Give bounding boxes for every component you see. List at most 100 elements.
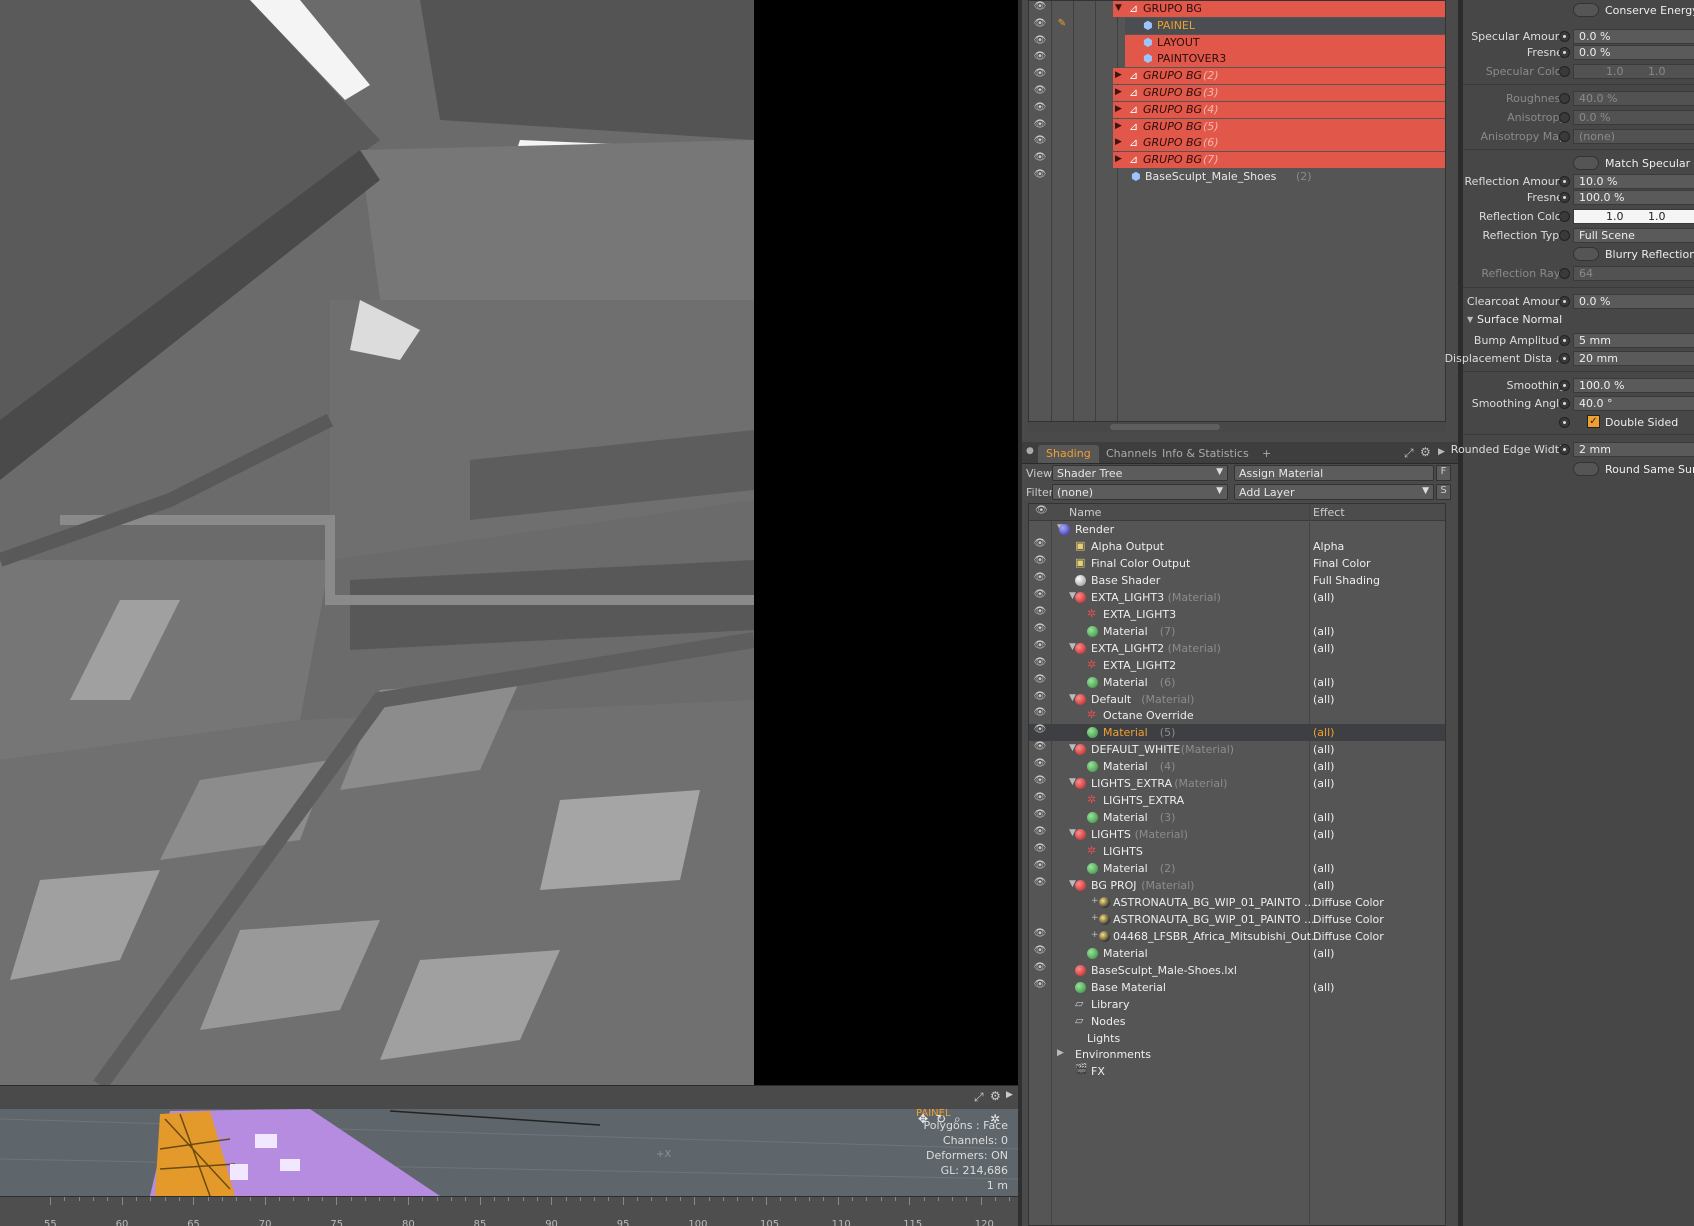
shader-row[interactable]: 👁 ▼ LIGHTS (Material) (all) [1029, 826, 1445, 843]
shader-row[interactable]: 👁 Base Material (all) [1029, 979, 1445, 996]
items-list[interactable]: 👁 ▼ ⊿ GRUPO BG 👁 ✎ ⬢ PAINEL 👁 ⬢ LAYOUT 👁 ⬢ PAINTOVER3… [1028, 0, 1446, 422]
smoothing-field-channel-dot[interactable] [1559, 380, 1570, 391]
eye-column-icon[interactable]: 👁 [1035, 505, 1048, 516]
rounded-edge-field[interactable]: 2 mm [1573, 442, 1694, 457]
eye-icon[interactable]: 👁 [1029, 85, 1051, 102]
eye-icon[interactable]: 👁 [1029, 606, 1051, 623]
shader-row[interactable]: 👁 Base Shader Full Shading [1029, 572, 1445, 589]
column-name[interactable]: Name [1069, 506, 1101, 519]
reflection-rays-field-channel-dot[interactable] [1559, 268, 1570, 279]
shader-row[interactable]: 👁 Material (7) (all) [1029, 623, 1445, 640]
shader-row[interactable]: 👁 Material (all) [1029, 945, 1445, 962]
gear-icon[interactable]: ⚙ [1420, 445, 1431, 459]
eye-icon[interactable]: 👁 [1029, 928, 1051, 945]
eye-icon[interactable]: 👁 [1029, 775, 1051, 792]
lock-icon[interactable]: ✎ [1051, 18, 1073, 35]
eye-icon[interactable]: 👁 [1029, 1, 1051, 18]
fresnel2-field[interactable]: 100.0 % [1573, 190, 1694, 205]
eye-icon[interactable]: 👁 [1029, 102, 1051, 119]
eye-icon[interactable]: 👁 [1029, 826, 1051, 843]
item-row[interactable]: 👁 ✎ ⬢ PAINEL [1029, 17, 1445, 35]
panel-pin-icon[interactable]: ● [1026, 446, 1034, 456]
timeline-ruler[interactable]: 55 60 65 70 75 80 85 90 95 100 105 110 115 120 [0, 1196, 1039, 1226]
shader-row[interactable]: 👁 Material (6) (all) [1029, 674, 1445, 691]
eye-icon[interactable]: 👁 [1029, 741, 1051, 758]
round-same-surface-toggle[interactable] [1573, 462, 1599, 476]
eye-icon[interactable]: 👁 [1029, 691, 1051, 708]
shader-row[interactable]: 🎬 FX [1029, 1063, 1445, 1080]
eye-icon[interactable]: 👁 [1029, 538, 1051, 555]
item-row[interactable]: 👁 ▶ ⊿ GRUPO BG (4) [1029, 101, 1445, 119]
double-sided-checkbox[interactable]: ✓ [1587, 415, 1600, 428]
eye-icon[interactable]: 👁 [1029, 555, 1051, 572]
anisotropy-map-field[interactable]: (none) [1573, 129, 1694, 144]
view-dropdown[interactable]: Shader Tree ▼ [1052, 465, 1228, 481]
double-sided-channel-dot[interactable] [1559, 417, 1570, 428]
anisotropy-field[interactable]: 0.0 % [1573, 110, 1694, 125]
expand-plus-icon[interactable]: + [1091, 913, 1099, 923]
arrow-right-icon[interactable]: ▶ [1006, 1090, 1013, 1100]
add-layer-shortcut-button[interactable]: S [1436, 484, 1451, 500]
eye-icon[interactable]: 👁 [1029, 792, 1051, 809]
eye-icon[interactable]: 👁 [1029, 119, 1051, 136]
displacement-field[interactable]: 20 mm [1573, 351, 1694, 366]
specular-color-field[interactable]: 1.0 1.0 [1573, 64, 1694, 79]
chevron-right-icon[interactable]: ▶ [1115, 137, 1122, 147]
bump-field-channel-dot[interactable] [1559, 335, 1570, 346]
maximize-icon[interactable]: ⤢ [974, 1090, 984, 1105]
shader-row[interactable]: 👁 ▼ EXTA_LIGHT3 (Material) (all) [1029, 589, 1445, 606]
scrollbar-thumb[interactable] [1110, 424, 1220, 430]
item-row[interactable]: 👁 ⬢ LAYOUT [1029, 34, 1445, 52]
conserve-energy-toggle[interactable] [1573, 3, 1599, 17]
chevron-down-icon[interactable]: ▼ [1115, 3, 1122, 13]
shader-tree[interactable]: 👁 Name Effect ▼Render👁▣Alpha OutputAlpha… [1028, 503, 1446, 1226]
column-effect[interactable]: Effect [1313, 506, 1345, 519]
eye-icon[interactable]: 👁 [1029, 945, 1051, 962]
items-scrollbar[interactable] [1028, 422, 1446, 432]
expand-plus-icon[interactable]: + [1091, 930, 1099, 940]
shader-row[interactable]: 👁 Material (4) (all) [1029, 758, 1445, 775]
clearcoat-field-channel-dot[interactable] [1559, 296, 1570, 307]
reflection-color-field-channel-dot[interactable] [1559, 211, 1570, 222]
chevron-right-icon[interactable]: ▶ [1115, 70, 1122, 80]
gear-icon[interactable]: ⚙ [990, 1089, 1001, 1103]
shader-row[interactable]: Lights [1029, 1030, 1445, 1047]
item-row[interactable]: 👁 ▼ ⊿ GRUPO BG [1029, 1, 1445, 18]
surface-normal-header[interactable]: Surface Normal [1477, 313, 1562, 326]
reflection-color-field[interactable]: 1.0 1.0 [1573, 209, 1694, 224]
chevron-right-icon[interactable]: ▶ [1115, 121, 1122, 131]
reflection-amount-field-channel-dot[interactable] [1559, 176, 1570, 187]
item-row[interactable]: 👁 ⬢ PAINTOVER3 [1029, 51, 1445, 68]
shader-row[interactable]: + ASTRONAUTA_BG_WIP_01_PAINTO ... Diffuse … [1029, 911, 1445, 928]
arrow-right-icon[interactable]: ▶ [1438, 447, 1445, 457]
eye-icon[interactable]: 👁 [1029, 860, 1051, 877]
shader-row[interactable]: 👁 BaseSculpt_Male-Shoes.lxl [1029, 962, 1445, 979]
shader-row[interactable]: ▼Render [1029, 521, 1445, 538]
eye-icon[interactable]: 👁 [1029, 657, 1051, 674]
fresnel-field-channel-dot[interactable] [1559, 47, 1570, 58]
eye-icon[interactable]: 👁 [1029, 169, 1051, 186]
chevron-right-icon[interactable]: ▶ [1115, 104, 1122, 114]
maximize-icon[interactable]: ⤢ [1404, 446, 1414, 461]
item-row[interactable]: 👁 ▶ ⊿ GRUPO BG (6) [1029, 135, 1445, 152]
filter-dropdown[interactable]: (none) ▼ [1052, 484, 1228, 500]
eye-icon[interactable]: 👁 [1029, 809, 1051, 826]
shader-row[interactable]: 👁 ✲ LIGHTS [1029, 843, 1445, 860]
shader-row[interactable]: 👁 Material (2) (all) [1029, 860, 1445, 877]
chevron-right-icon[interactable]: ▶ [1115, 87, 1122, 97]
eye-icon[interactable]: 👁 [1029, 843, 1051, 860]
shader-row[interactable]: 👁 ✲ EXTA_LIGHT2 [1029, 657, 1445, 674]
add-layer-dropdown[interactable]: Add Layer ▼ [1234, 484, 1434, 500]
shader-row[interactable]: 👁 ✲ EXTA_LIGHT3 [1029, 606, 1445, 623]
eye-icon[interactable]: 👁 [1029, 674, 1051, 691]
eye-icon[interactable]: 👁 [1029, 35, 1051, 52]
smoothing-angle-field-channel-dot[interactable] [1559, 398, 1570, 409]
eye-icon[interactable]: 👁 [1029, 68, 1051, 85]
chevron-right-icon[interactable]: ▶ [1057, 1048, 1064, 1058]
anisotropy-field-channel-dot[interactable] [1559, 112, 1570, 123]
shader-row[interactable]: 👁 ▼ DEFAULT_WHITE (Material) (all) [1029, 741, 1445, 758]
fresnel-field[interactable]: 0.0 % [1573, 45, 1694, 60]
blurry-reflection-toggle[interactable] [1573, 247, 1599, 261]
eye-icon[interactable]: 👁 [1029, 589, 1051, 606]
shader-row[interactable]: ▶ Environments [1029, 1046, 1445, 1063]
